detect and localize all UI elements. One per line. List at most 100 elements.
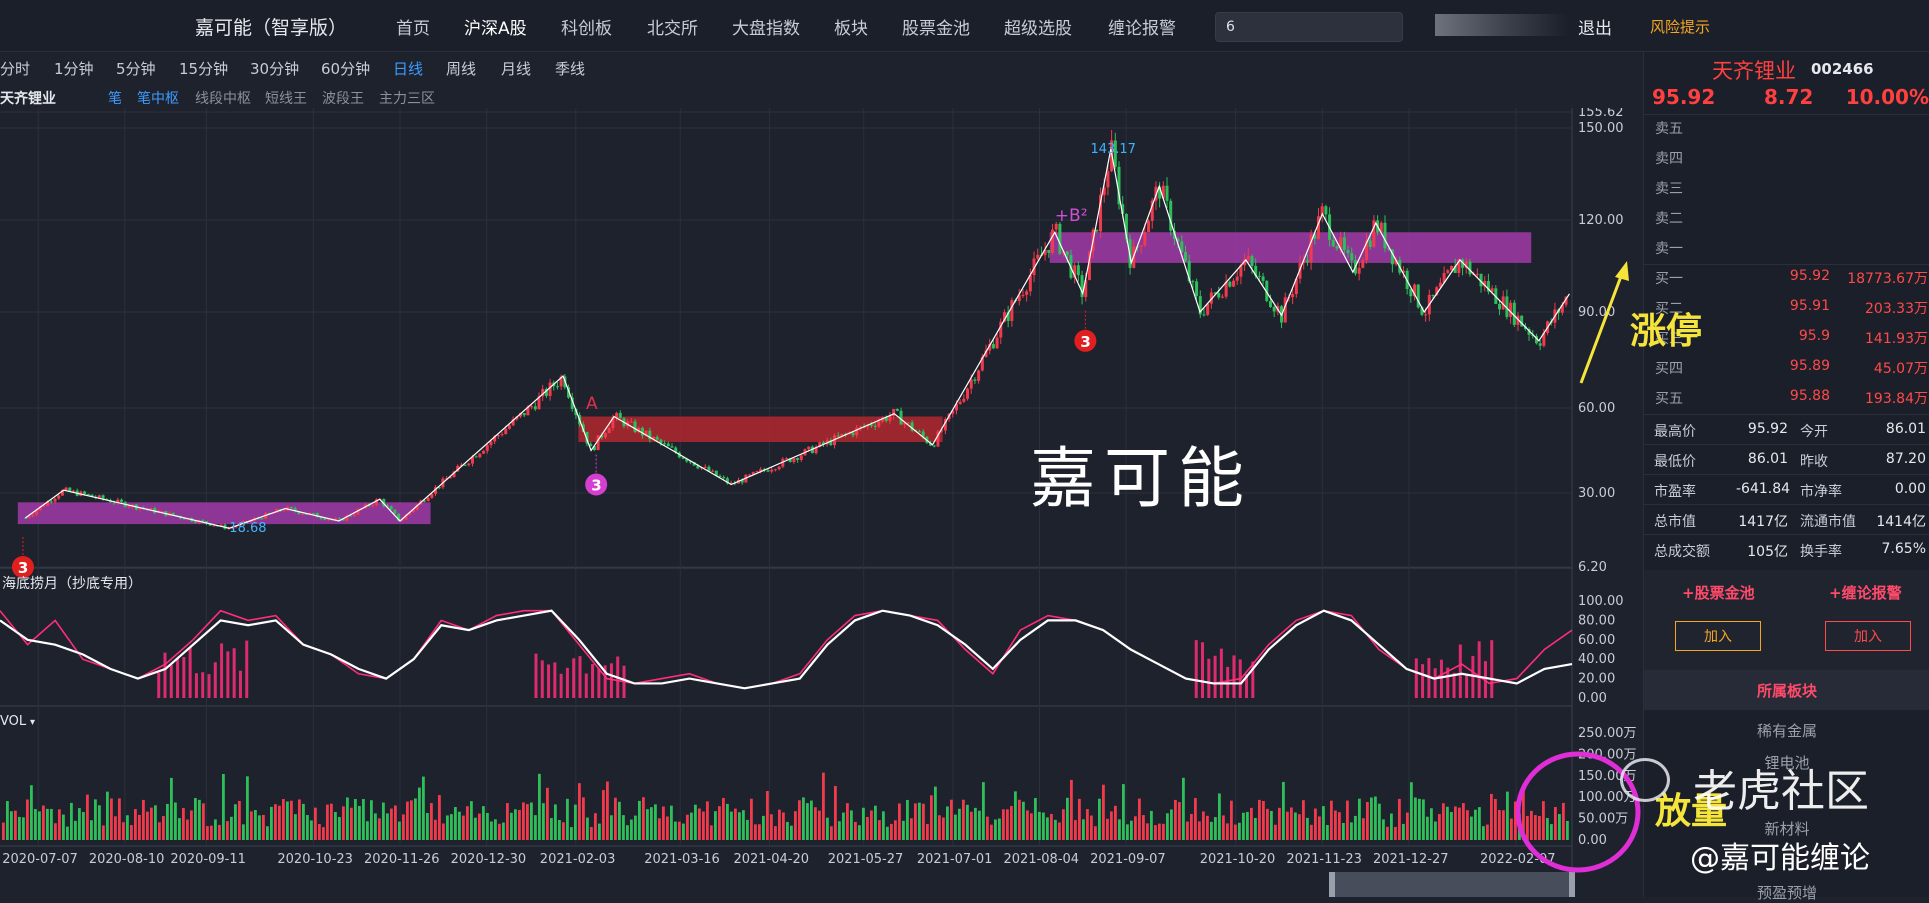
nav-stock-pool[interactable]: 股票金池 (902, 14, 970, 39)
volume-bar (1210, 821, 1213, 840)
nav-chan-alarm[interactable]: 缠论报警 (1108, 14, 1176, 39)
volume-bar (1142, 815, 1145, 840)
period-bar: 分时 1分钟 5分钟 15分钟 30分钟 60分钟 日线 周线 月线 季线 (0, 54, 1640, 80)
indicator-bi[interactable]: 笔 (108, 88, 122, 108)
volume-title[interactable]: VOL (0, 714, 27, 729)
volume-bar (1006, 809, 1009, 840)
osc-bar (1477, 641, 1481, 698)
volume-bar (1442, 803, 1445, 840)
nav-index[interactable]: 大盘指数 (732, 14, 800, 39)
volume-bar (54, 823, 57, 840)
volume-bar (726, 803, 729, 840)
volume-bar (358, 806, 361, 840)
volume-bar (734, 808, 737, 840)
volume-bar (1250, 807, 1253, 840)
candle-body (1232, 280, 1236, 287)
osc-bar (176, 658, 180, 698)
candle-body (53, 498, 57, 502)
period-5min[interactable]: 5分钟 (116, 58, 156, 79)
candle-body (1217, 293, 1221, 298)
osc-bar (609, 663, 613, 698)
volume-bar (1218, 793, 1221, 840)
period-weekly[interactable]: 周线 (446, 58, 476, 79)
osc-bar (584, 673, 588, 698)
nav-sectors[interactable]: 板块 (834, 14, 868, 39)
period-60min[interactable]: 60分钟 (321, 58, 370, 79)
period-timeshare[interactable]: 分时 (0, 58, 30, 79)
volume-bar (858, 825, 861, 840)
volume-bar (1298, 814, 1301, 840)
period-daily[interactable]: 日线 (393, 58, 423, 79)
volume-bar (202, 803, 205, 840)
period-15min[interactable]: 15分钟 (179, 58, 228, 79)
indicator-segment-pivot[interactable]: 线段中枢 (195, 88, 251, 108)
candle-body (977, 370, 981, 381)
volume-bar (14, 810, 17, 840)
period-quarterly[interactable]: 季线 (555, 58, 585, 79)
candle-body (773, 469, 777, 471)
candle-body (633, 421, 637, 433)
add-to-alarm-button[interactable]: 加入 (1825, 621, 1911, 651)
nav-super-select[interactable]: 超级选股 (1004, 14, 1072, 39)
slider-left-handle[interactable] (1329, 872, 1335, 897)
period-monthly[interactable]: 月线 (501, 58, 531, 79)
sector-item[interactable]: 稀有金属 (1644, 720, 1929, 741)
chan-alarm-title[interactable]: +缠论报警 (1829, 582, 1902, 603)
volume-bar (994, 819, 997, 840)
volume-bar (114, 816, 117, 840)
user-avatar[interactable] (1435, 14, 1568, 36)
indicator-short-king[interactable]: 短线王 (265, 88, 307, 108)
candle-body (777, 466, 781, 470)
nav-star-market[interactable]: 科创板 (561, 14, 612, 39)
sector-item[interactable]: 预盈预增 (1644, 882, 1929, 903)
date-tick-label: 2021-05-27 (828, 852, 904, 867)
add-to-pool-button[interactable]: 加入 (1675, 621, 1761, 651)
volume-bar (154, 805, 157, 840)
osc-bar (1194, 640, 1198, 698)
volume-bar (1202, 811, 1205, 840)
candle-body (1305, 260, 1309, 263)
candle-body (489, 441, 493, 446)
search-input[interactable] (1215, 12, 1403, 42)
candle-body (1095, 229, 1099, 232)
candle-body (711, 470, 715, 472)
volume-bar (530, 802, 533, 840)
nav-bse[interactable]: 北交所 (647, 14, 698, 39)
indicator-main-zones[interactable]: 主力三区 (379, 88, 435, 108)
osc-bar (182, 657, 186, 698)
kline-chart-area[interactable]: 143.1718.68+B²A333 155.62150.00120.0090.… (0, 108, 1640, 897)
stat-row-pe: 市盈率 -641.84 市净率 0.00 (1644, 474, 1929, 504)
candle-body (873, 425, 877, 427)
nav-home[interactable]: 首页 (396, 14, 430, 39)
period-30min[interactable]: 30分钟 (250, 58, 299, 79)
volume-bar (98, 805, 101, 840)
stock-pool-title[interactable]: +股票金池 (1682, 582, 1755, 603)
volume-bar (618, 801, 621, 840)
volume-bar (1122, 784, 1125, 840)
volume-bar (1502, 810, 1505, 840)
order-ask-4: 卖四 (1655, 151, 1683, 167)
volume-bar (186, 819, 189, 840)
volume-bar (1086, 809, 1089, 840)
volume-bar (834, 785, 837, 840)
volume-bar (522, 802, 525, 840)
volume-bar (1010, 806, 1013, 840)
volume-bar (670, 805, 673, 840)
logout-button[interactable]: 退出 (1578, 14, 1612, 39)
volume-bar (1194, 798, 1197, 840)
volume-bar (698, 808, 701, 840)
risk-warning-link[interactable]: 风险提示 (1650, 16, 1710, 37)
candle-body (467, 463, 471, 466)
indicator-bi-pivot[interactable]: 笔中枢 (137, 88, 179, 108)
osc-bar (213, 662, 217, 698)
period-1min[interactable]: 1分钟 (54, 58, 94, 79)
volume-bar (1390, 813, 1393, 840)
chevron-down-icon[interactable]: ▾ (30, 717, 35, 728)
candle-body (807, 446, 811, 450)
indicator-swing-king[interactable]: 波段王 (322, 88, 364, 108)
volume-bar (570, 827, 573, 840)
volume-bar (526, 804, 529, 840)
volume-bar (1334, 810, 1337, 840)
volume-bar (478, 813, 481, 840)
nav-a-shares[interactable]: 沪深A股 (464, 14, 527, 39)
